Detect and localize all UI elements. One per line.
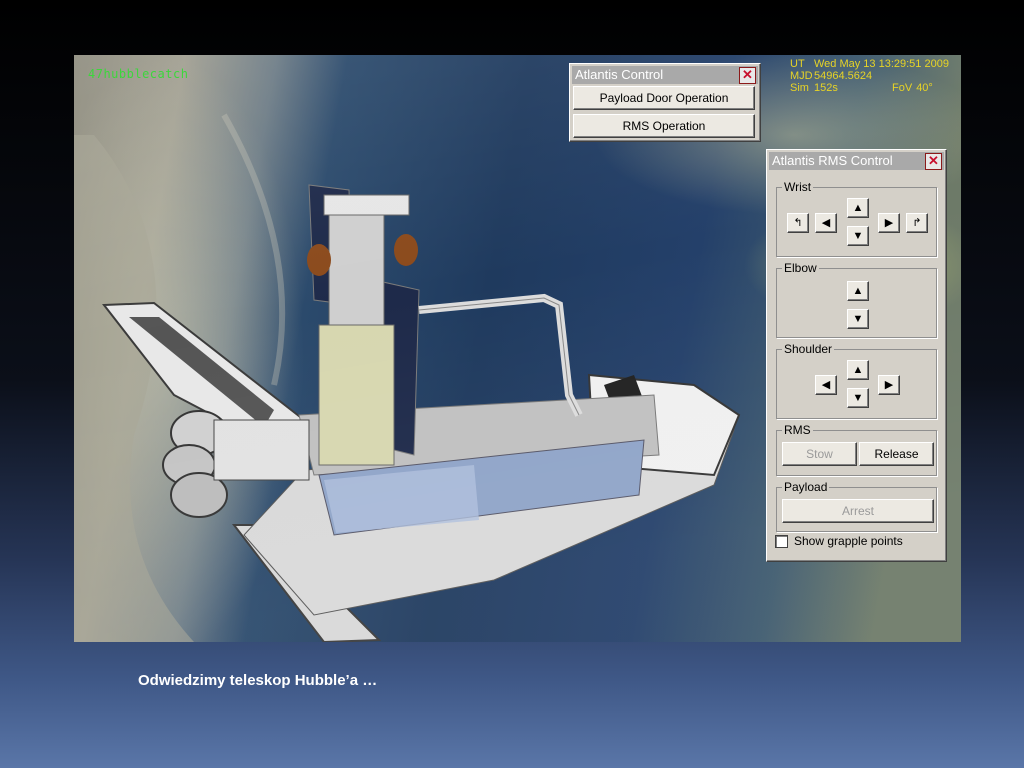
roll-right-icon[interactable]: ↱ <box>906 213 928 233</box>
shoulder-group: Shoulder ◀ ▲ ▼ ▶ <box>776 342 937 419</box>
wrist-label: Wrist <box>782 180 814 194</box>
ut-label: UT <box>790 58 805 70</box>
fov-label: FoV <box>892 82 913 94</box>
atlantis-rms-control-dialog: Atlantis RMS Control ✕ Wrist ↰ ◀ ▲ ▼ ▶ ↱… <box>766 149 947 562</box>
rms-arm <box>418 293 583 417</box>
fov-readout: FoV 40° <box>892 82 937 94</box>
arrow-up-icon[interactable]: ▲ <box>847 281 869 301</box>
roll-left-icon[interactable]: ↰ <box>787 213 809 233</box>
rms-group: RMS Stow Release <box>776 423 937 476</box>
arrow-left-icon[interactable]: ◀ <box>815 213 837 233</box>
arrow-down-icon[interactable]: ▼ <box>847 309 869 329</box>
elbow-group: Elbow ▲ ▼ <box>776 261 937 338</box>
rms-operation-button[interactable]: RMS Operation <box>573 114 755 138</box>
show-grapple-points-row[interactable]: Show grapple points <box>775 534 903 548</box>
show-grapple-points-checkbox[interactable] <box>775 534 788 548</box>
shoulder-label: Shoulder <box>782 342 835 356</box>
arrest-button[interactable]: Arrest <box>782 499 934 523</box>
ut-value: Wed May 13 13:29:51 2009 <box>814 58 949 70</box>
close-icon[interactable]: ✕ <box>739 67 756 84</box>
rms-control-titlebar[interactable]: Atlantis RMS Control ✕ <box>769 152 944 170</box>
arrow-down-icon[interactable]: ▼ <box>847 226 869 246</box>
atlantis-control-title: Atlantis Control <box>575 67 664 82</box>
payload-label: Payload <box>782 480 830 494</box>
hubble-telescope <box>307 184 420 466</box>
show-grapple-points-label: Show grapple points <box>794 534 903 548</box>
arrow-right-icon[interactable]: ▶ <box>878 375 900 395</box>
arrow-up-icon[interactable]: ▲ <box>847 360 869 380</box>
atlantis-control-dialog: Atlantis Control ✕ Payload Door Operatio… <box>569 63 761 142</box>
fov-value: 40° <box>916 82 933 94</box>
arrow-left-icon[interactable]: ◀ <box>815 375 837 395</box>
scenario-name: 47hubblecatch <box>88 67 189 81</box>
close-icon[interactable]: ✕ <box>925 153 942 170</box>
arrow-down-icon[interactable]: ▼ <box>847 388 869 408</box>
sim-value: 152s <box>814 82 838 94</box>
elbow-label: Elbow <box>782 261 819 275</box>
sim-label: Sim <box>790 82 809 94</box>
wrist-group: Wrist ↰ ◀ ▲ ▼ ▶ ↱ <box>776 180 937 257</box>
rms-label: RMS <box>782 423 813 437</box>
rms-control-title: Atlantis RMS Control <box>772 153 893 168</box>
stow-button[interactable]: Stow <box>782 442 857 466</box>
payload-group: Payload Arrest <box>776 480 937 532</box>
arrow-right-icon[interactable]: ▶ <box>878 213 900 233</box>
atlantis-control-titlebar[interactable]: Atlantis Control ✕ <box>572 66 758 84</box>
payload-door-operation-button[interactable]: Payload Door Operation <box>573 86 755 110</box>
arrow-up-icon[interactable]: ▲ <box>847 198 869 218</box>
mjd-label: MJD <box>790 70 813 82</box>
release-button[interactable]: Release <box>859 442 934 466</box>
mjd-value: 54964.5624 <box>814 70 873 82</box>
slide-caption: Odwiedzimy teleskop Hubble’a … <box>138 672 378 689</box>
